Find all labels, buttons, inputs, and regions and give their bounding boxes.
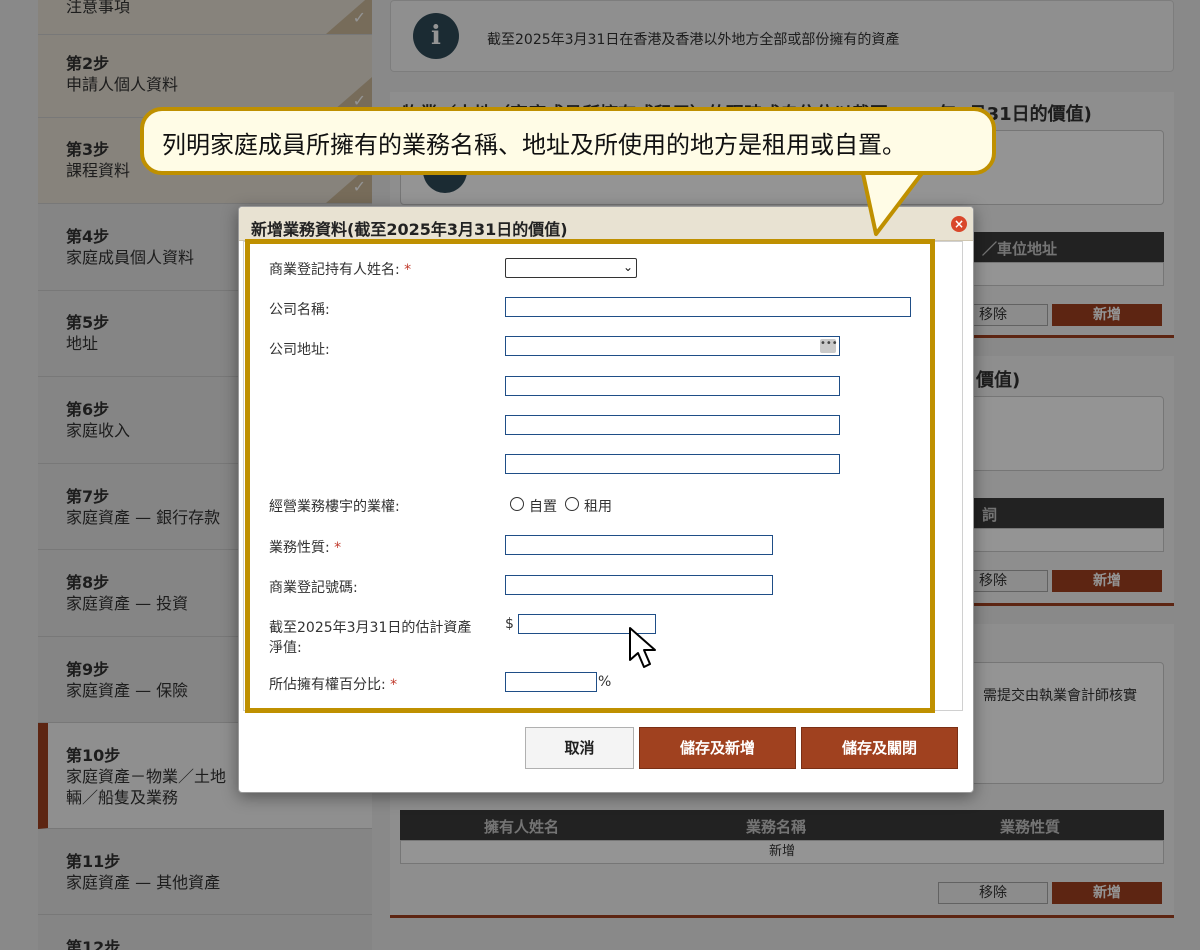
callout-text: 列明家庭成員所擁有的業務名稱、地址及所使用的地方是租用或自置。 — [162, 131, 906, 159]
instruction-callout: 列明家庭成員所擁有的業務名稱、地址及所使用的地方是租用或自置。 — [140, 107, 996, 175]
mouse-cursor-icon — [629, 627, 656, 668]
cancel-button[interactable]: 取消 — [525, 727, 634, 769]
highlight-frame — [245, 239, 935, 713]
add-business-dialog: 新增業務資料(截至2025年3月31日的價值) × 商業登記持有人姓名: * ⌄… — [238, 206, 974, 793]
save-and-close-button[interactable]: 儲存及關閉 — [801, 727, 958, 769]
dialog-title: 新增業務資料(截至2025年3月31日的價值) — [251, 220, 568, 239]
save-and-add-button[interactable]: 儲存及新增 — [639, 727, 796, 769]
